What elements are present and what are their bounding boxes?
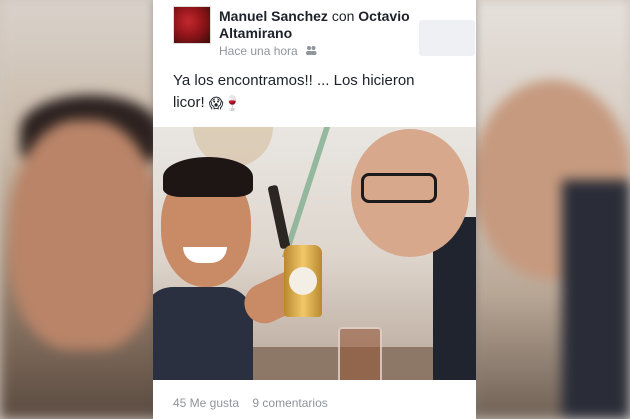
likes-count[interactable]: 45 Me gusta <box>173 396 239 410</box>
facebook-post-card: Manuel Sanchez con Octavio Altamirano Ha… <box>153 0 476 419</box>
author-avatar[interactable] <box>173 6 211 44</box>
photo-bottle-label <box>289 267 317 295</box>
photo-bottle-neck <box>267 184 291 250</box>
post-timestamp[interactable]: Hace una hora <box>219 44 298 58</box>
scream-emoji-icon: 😱 <box>208 95 224 111</box>
post-header: Manuel Sanchez con Octavio Altamirano Ha… <box>153 0 476 60</box>
photo-person-left-body <box>153 287 253 380</box>
post-footer: 45 Me gusta 9 comentarios <box>173 396 338 410</box>
photo-drink-glass <box>338 327 382 380</box>
post-meta: Hace una hora <box>219 44 317 58</box>
post-options-area[interactable] <box>419 20 475 56</box>
background-shirt <box>562 180 630 419</box>
photo-person-right-glasses <box>361 173 437 203</box>
status-line-2: licor! <box>173 94 205 111</box>
author-name[interactable]: Manuel Sanchez <box>219 8 328 24</box>
post-author-line: Manuel Sanchez con Octavio Altamirano <box>219 8 439 42</box>
post-photo[interactable] <box>153 127 476 380</box>
status-line-1: Ya los encontramos!! ... Los hicieron <box>173 72 415 89</box>
friends-icon <box>305 45 317 58</box>
wine-glass-emoji-icon: 🍷 <box>223 95 241 111</box>
with-word: con <box>331 8 355 24</box>
blurred-background-left <box>0 0 160 419</box>
comments-count[interactable]: 9 comentarios <box>252 396 327 410</box>
blurred-background-right <box>472 0 630 419</box>
background-face <box>10 120 160 350</box>
photo-person-left-hair <box>163 157 253 197</box>
post-status-text: Ya los encontramos!! ... Los hicieron li… <box>173 70 463 114</box>
